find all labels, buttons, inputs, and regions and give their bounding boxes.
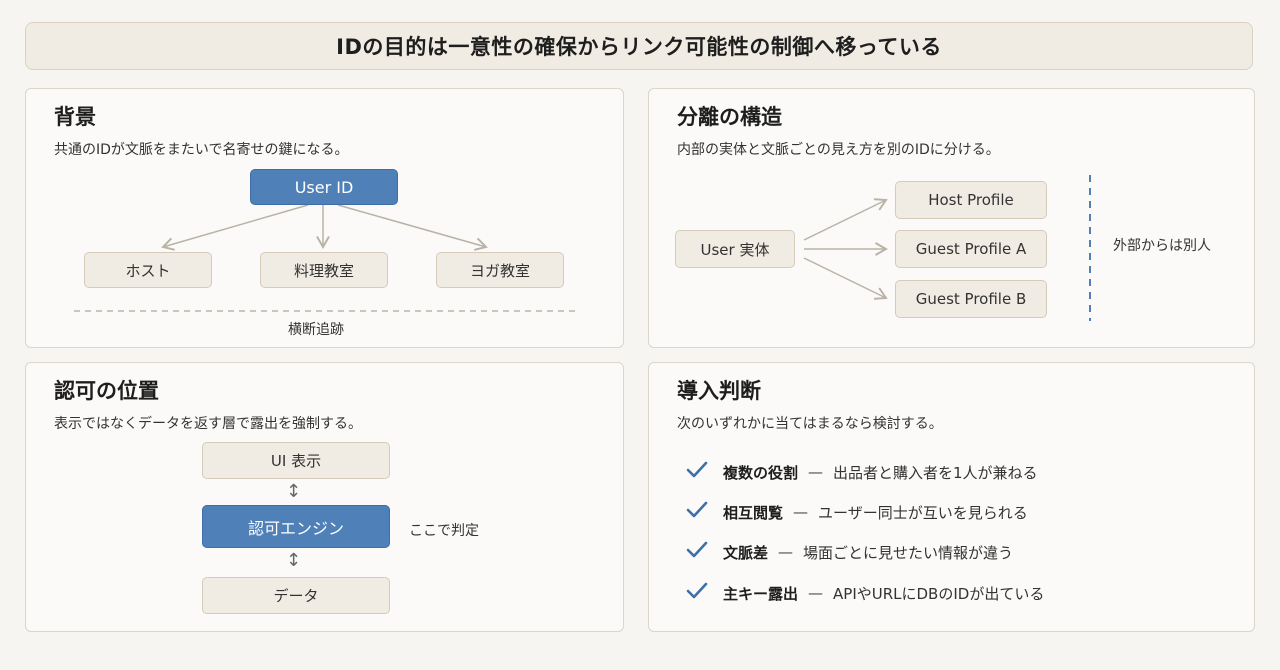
background-panel: 背景 共通のIDが文脈をまたいで名寄せの鍵になる。 User ID ホスト 料理…: [25, 88, 624, 348]
double-arrow-icon: ↕: [286, 550, 302, 571]
page-title: IDの目的は一意性の確保からリンク可能性の制御へ移っている: [25, 22, 1253, 70]
arrow-icon: [803, 198, 888, 241]
criteria-dash: —: [778, 543, 794, 561]
arrow-icon: [161, 204, 309, 251]
ui-display-layer: UI 表示: [202, 442, 390, 479]
check-icon: [685, 500, 713, 524]
criteria-item: 相互閲覧 — ユーザー同士が互いを見られる: [685, 499, 1028, 525]
user-entity-node: User 実体: [675, 230, 795, 268]
authz-engine-layer: 認可エンジン: [202, 505, 390, 548]
user-id-node: User ID: [250, 169, 398, 205]
separation-panel: 分離の構造 内部の実体と文脈ごとの見え方を別のIDに分ける。 User 実体 H…: [648, 88, 1255, 348]
arrow-icon: [337, 204, 488, 251]
adoption-panel: 導入判断 次のいずれかに当てはまるなら検討する。 複数の役割 — 出品者と購入者…: [648, 362, 1255, 632]
context-node-yoga: ヨガ教室: [436, 252, 564, 288]
criteria-desc: 場面ごとに見せたい情報が違う: [803, 543, 1014, 562]
criteria-desc: 出品者と購入者を1人が兼ねる: [833, 463, 1038, 482]
criteria-desc: ユーザー同士が互いを見られる: [818, 503, 1028, 522]
adoption-subtitle: 次のいずれかに当てはまるなら検討する。: [677, 416, 943, 432]
criteria-key: 文脈差: [723, 543, 769, 562]
double-arrow-icon: ↕: [286, 481, 302, 502]
judgement-note: ここで判定: [409, 523, 479, 539]
criteria-dash: —: [793, 503, 809, 521]
criteria-item: 主キー露出 — APIやURLにDBのIDが出ている: [685, 580, 1044, 606]
page-title-text: IDの目的は一意性の確保からリンク可能性の制御へ移っている: [336, 35, 942, 59]
adoption-heading: 導入判断: [677, 379, 761, 403]
guest-profile-a-node: Guest Profile A: [895, 230, 1047, 268]
check-icon: [685, 581, 713, 605]
external-note: 外部からは別人: [1113, 238, 1211, 254]
criteria-desc: APIやURLにDBのIDが出ている: [833, 584, 1045, 603]
authz-subtitle: 表示ではなくデータを返す層で露出を強制する。: [54, 416, 362, 432]
arrow-icon: [803, 257, 888, 300]
context-node-host: ホスト: [84, 252, 212, 288]
criteria-key: 複数の役割: [723, 463, 799, 482]
criteria-dash: —: [808, 463, 824, 481]
context-node-cooking: 料理教室: [260, 252, 388, 288]
criteria-key: 主キー露出: [723, 584, 799, 603]
tracking-label: 横断追跡: [288, 322, 344, 338]
criteria-item: 複数の役割 — 出品者と購入者を1人が兼ねる: [685, 459, 1038, 485]
authz-panel: 認可の位置 表示ではなくデータを返す層で露出を強制する。 UI 表示 ↕ 認可エ…: [25, 362, 624, 632]
background-connectors: [74, 204, 578, 312]
host-profile-node: Host Profile: [895, 181, 1047, 219]
criteria-key: 相互閲覧: [723, 503, 784, 522]
check-icon: [685, 540, 713, 564]
data-layer: データ: [202, 577, 390, 614]
criteria-dash: —: [808, 584, 824, 602]
guest-profile-b-node: Guest Profile B: [895, 280, 1047, 318]
authz-heading: 認可の位置: [54, 379, 159, 403]
check-icon: [685, 460, 713, 484]
criteria-item: 文脈差 — 場面ごとに見せたい情報が違う: [685, 539, 1013, 565]
